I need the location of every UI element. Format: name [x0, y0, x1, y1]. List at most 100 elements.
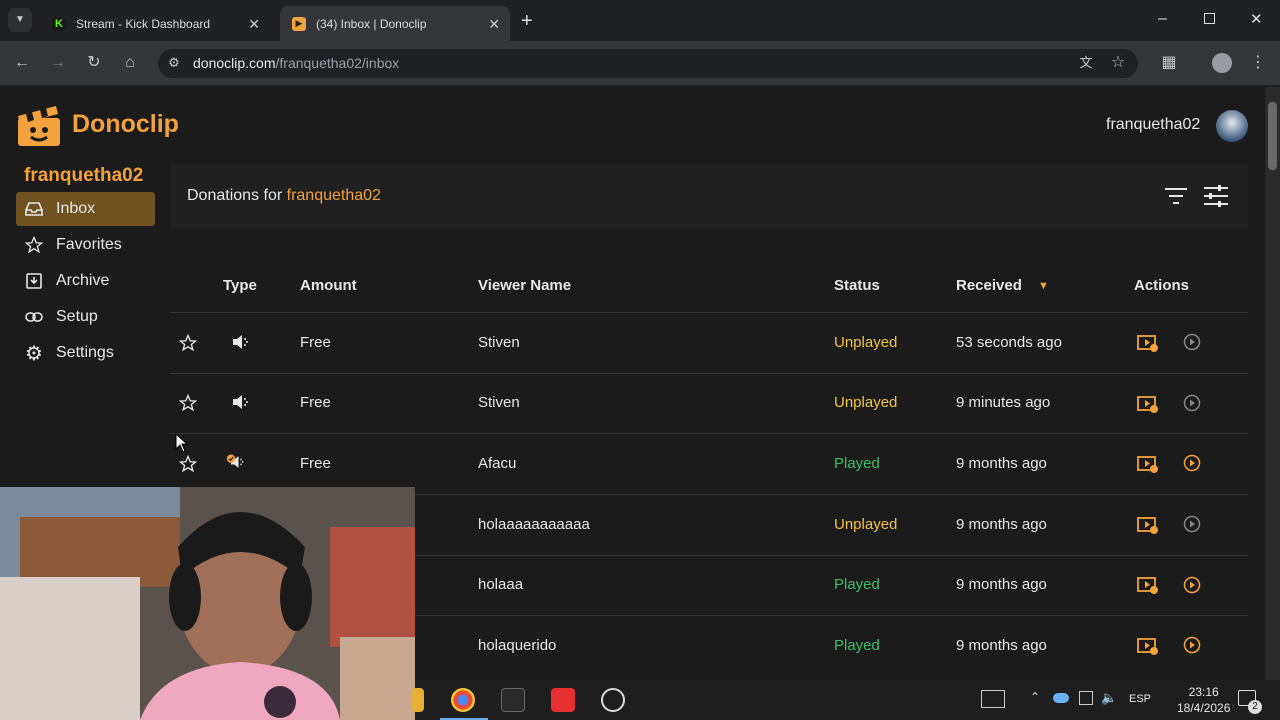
filter-icon[interactable]	[1164, 186, 1188, 206]
column-header-amount[interactable]: Amount	[300, 277, 357, 294]
play-on-stream-icon[interactable]	[1137, 636, 1159, 656]
url-text: donoclip.com/franquetha02/inbox	[193, 55, 399, 71]
column-header-viewer[interactable]: Viewer Name	[478, 277, 571, 294]
taskbar-clock[interactable]: 23:16 18/4/2026	[1177, 684, 1230, 716]
volume-icon[interactable]: 🔈	[1101, 690, 1117, 706]
favorite-star-icon[interactable]	[179, 455, 197, 473]
home-icon[interactable]: ⌂	[120, 53, 140, 73]
profile-avatar[interactable]	[1212, 53, 1232, 73]
tts-speaker-icon	[233, 395, 248, 409]
extensions-icon[interactable]: ▦	[1159, 53, 1179, 73]
row-received: 9 months ago	[956, 516, 1047, 533]
column-header-type[interactable]: Type	[223, 277, 257, 294]
close-window-icon[interactable]: ✕	[1250, 10, 1263, 28]
scrollbar-thumb[interactable]	[1268, 102, 1277, 170]
menu-icon[interactable]: ⋮	[1248, 53, 1268, 73]
row-status: Played	[834, 455, 880, 472]
close-tab-icon[interactable]: ✕	[248, 16, 260, 33]
row-status: Unplayed	[834, 394, 898, 411]
bookmark-star-icon[interactable]: ☆	[1108, 53, 1128, 73]
sidebar-username: franquetha02	[24, 165, 144, 186]
column-header-received[interactable]: Received	[956, 277, 1022, 294]
tts-speaker-icon	[233, 335, 248, 349]
play-on-stream-icon[interactable]	[1137, 333, 1159, 353]
table-row	[170, 373, 1248, 433]
url-path: /franquetha02/inbox	[275, 55, 400, 71]
webcam-overlay	[0, 487, 415, 720]
preview-play-icon[interactable]	[1183, 636, 1201, 654]
column-header-status[interactable]: Status	[834, 277, 880, 294]
sidebar-item-label: Archive	[56, 272, 110, 289]
table-row	[170, 433, 1248, 493]
network-icon[interactable]	[1079, 691, 1093, 705]
chevron-up-icon[interactable]: ⌃	[1030, 690, 1040, 704]
preview-play-icon[interactable]	[1183, 515, 1201, 533]
favorite-star-icon[interactable]	[179, 394, 197, 412]
browser-tab-kick[interactable]: K Stream - Kick Dashboard ✕	[40, 6, 270, 41]
row-viewer: holaaa	[478, 576, 524, 593]
row-viewer: holaquerido	[478, 637, 557, 654]
brand-name[interactable]: Donoclip	[72, 110, 179, 139]
sidebar-item-archive[interactable]: Archive	[16, 264, 155, 298]
user-avatar[interactable]	[1216, 110, 1248, 142]
panel-title-prefix: Donations for	[187, 187, 283, 204]
obs-studio-icon[interactable]	[601, 688, 625, 712]
scrollbar[interactable]	[1265, 87, 1280, 680]
row-received: 9 months ago	[956, 637, 1047, 654]
new-tab-icon[interactable]: +	[521, 10, 533, 33]
preview-play-icon[interactable]	[1183, 454, 1201, 472]
panel-title-user: franquetha02	[286, 187, 381, 204]
mouse-cursor-icon	[175, 433, 189, 453]
file-explorer-icon[interactable]	[412, 688, 424, 712]
sidebar-item-inbox[interactable]: Inbox	[16, 192, 155, 226]
clock-date: 18/4/2026	[1177, 701, 1231, 715]
site-info-icon[interactable]: ⚙	[164, 53, 184, 73]
translate-icon[interactable]: 文	[1076, 53, 1096, 73]
browser-tab-bar: ▼ K Stream - Kick Dashboard ✕ ▶ (34) Inb…	[0, 0, 1280, 41]
row-received: 9 minutes ago	[956, 394, 1051, 411]
play-on-stream-icon[interactable]	[1137, 454, 1159, 474]
webcam-image	[0, 487, 415, 720]
onedrive-icon[interactable]	[1053, 693, 1069, 703]
donoclip-icon: ▶	[292, 16, 306, 31]
row-viewer: holaaaaaaaaaaa	[478, 516, 590, 533]
panel-title: Donations for franquetha02	[187, 187, 381, 205]
restore-icon[interactable]	[1204, 13, 1215, 24]
row-amount: Free	[300, 455, 331, 472]
donoclip-logo-icon[interactable]	[16, 104, 64, 148]
tab-title: Stream - Kick Dashboard	[76, 16, 211, 31]
sidebar-item-setup[interactable]: Setup	[16, 300, 155, 334]
sort-desc-icon[interactable]: ▼	[1038, 280, 1049, 292]
sidebar-item-favorites[interactable]: Favorites	[16, 228, 155, 262]
minimize-icon[interactable]: –	[1158, 10, 1167, 28]
play-on-stream-icon[interactable]	[1137, 575, 1159, 595]
keyboard-icon[interactable]	[981, 690, 1005, 708]
header-username[interactable]: franquetha02	[1106, 116, 1200, 134]
play-on-stream-icon[interactable]	[1137, 515, 1159, 535]
sidebar-item-label: Favorites	[56, 236, 122, 253]
row-viewer: Afacu	[478, 455, 517, 472]
sidebar-item-label: Inbox	[56, 200, 96, 217]
preview-play-icon[interactable]	[1183, 576, 1201, 594]
sidebar-item-settings[interactable]: ⚙ Settings	[16, 336, 155, 370]
chrome-taskbar-icon[interactable]	[451, 688, 475, 712]
back-icon[interactable]: ←	[12, 53, 32, 73]
wps-office-icon[interactable]	[551, 688, 575, 712]
sidebar-item-label: Settings	[56, 344, 114, 361]
preview-play-icon[interactable]	[1183, 394, 1201, 412]
play-on-stream-icon[interactable]	[1137, 394, 1159, 414]
epic-games-icon[interactable]	[501, 688, 525, 712]
tab-search-button[interactable]: ▼	[8, 8, 32, 32]
row-status: Played	[834, 576, 880, 593]
clock-time: 23:16	[1188, 685, 1219, 699]
row-amount: Free	[300, 334, 331, 351]
browser-tab-donoclip[interactable]: ▶ (34) Inbox | Donoclip ✕	[280, 6, 510, 41]
star-icon	[24, 235, 44, 255]
preview-play-icon[interactable]	[1183, 333, 1201, 351]
language-indicator[interactable]: ESP	[1129, 693, 1151, 705]
forward-icon[interactable]: →	[48, 53, 68, 73]
close-tab-icon[interactable]: ✕	[488, 16, 500, 33]
sliders-icon[interactable]	[1203, 184, 1229, 208]
favorite-star-icon[interactable]	[179, 334, 197, 352]
reload-icon[interactable]: ↻	[84, 53, 104, 73]
